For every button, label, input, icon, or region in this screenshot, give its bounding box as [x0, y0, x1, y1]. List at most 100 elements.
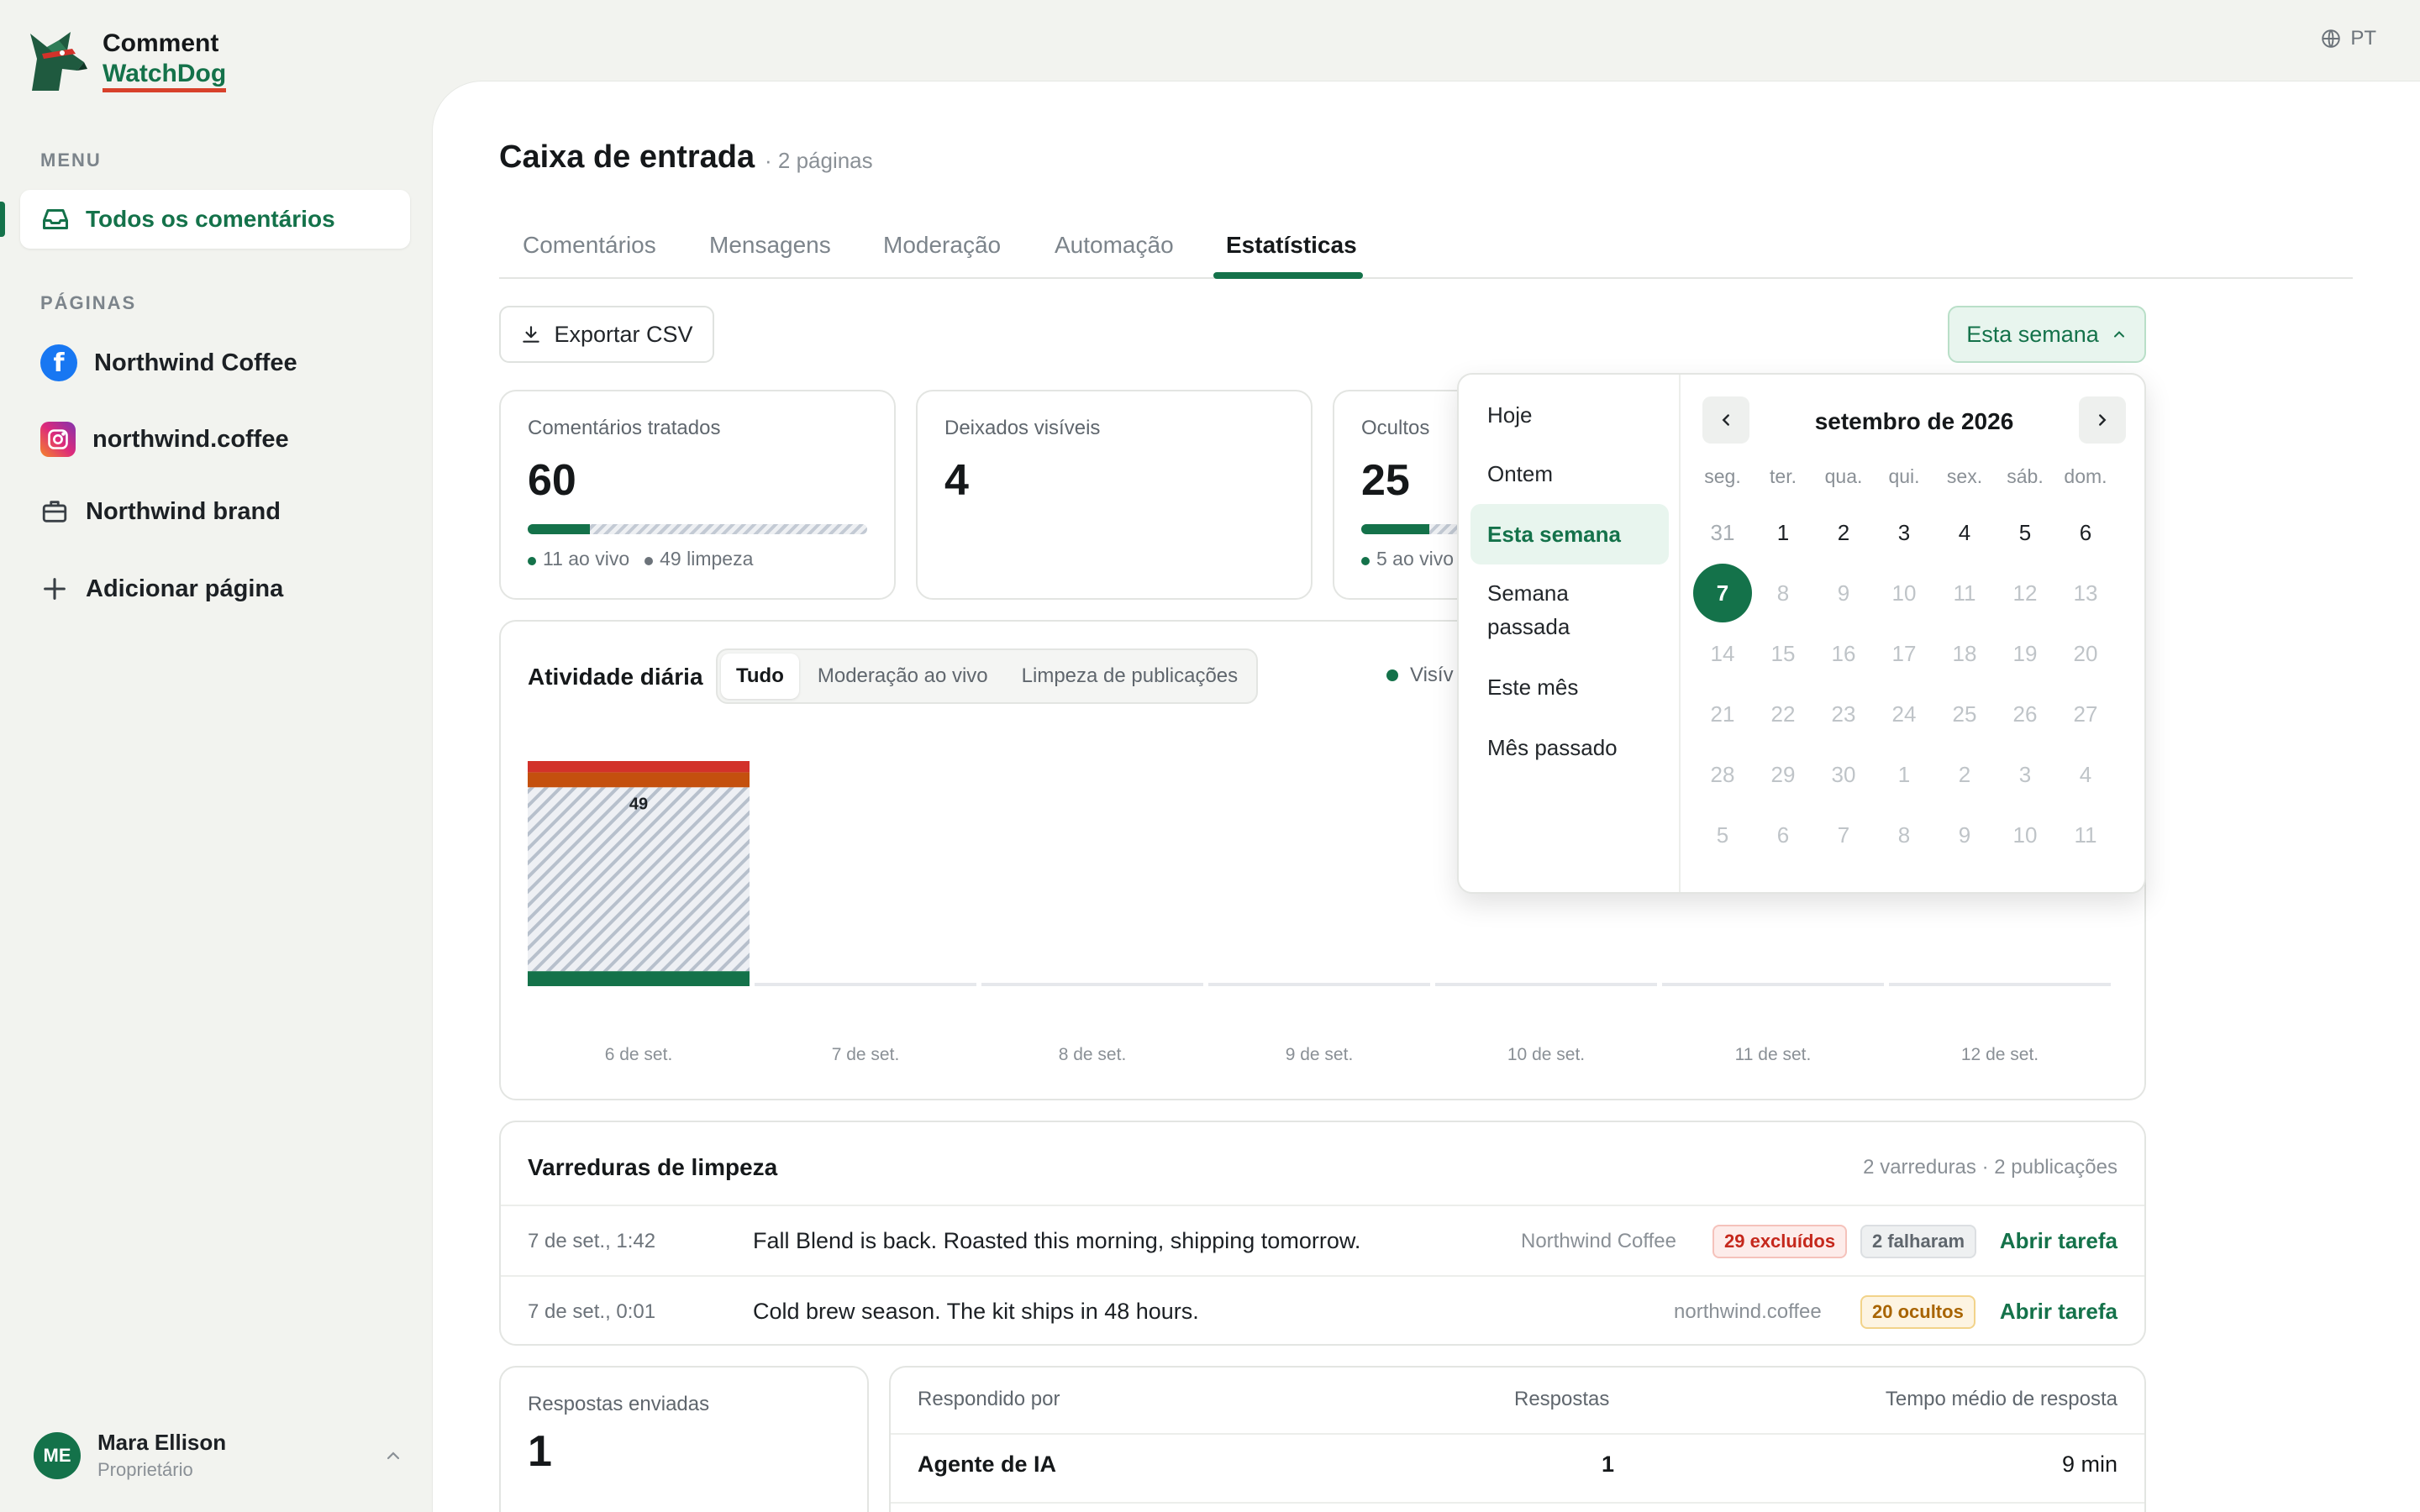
- calendar-day[interactable]: 11: [2055, 811, 2116, 858]
- weekday-label: qua.: [1824, 465, 1863, 487]
- calendar-day[interactable]: 13: [2055, 570, 2116, 617]
- legend-cleanup: 49 limpeza: [644, 548, 753, 570]
- responders-table: Respondido por Respostas Tempo médio de …: [889, 1366, 2146, 1512]
- activity-legend: Visív: [1386, 664, 1454, 687]
- empty-bar: [1889, 983, 2111, 986]
- calendar-day[interactable]: 2: [1934, 751, 1995, 798]
- calendar-day[interactable]: 18: [1934, 630, 1995, 677]
- date-range-label: Esta semana: [1966, 321, 2099, 347]
- filter-post-cleanup[interactable]: Limpeza de publicações: [1007, 654, 1254, 699]
- calendar-day[interactable]: 30: [1813, 751, 1874, 798]
- weekday-label: ter.: [1770, 465, 1797, 487]
- open-task-link[interactable]: Abrir tarefa: [2000, 1299, 2118, 1325]
- calendar-day[interactable]: 5: [1995, 509, 2055, 556]
- weekday-label: dom.: [2064, 465, 2107, 487]
- tab-moderation[interactable]: Moderação: [883, 232, 1001, 259]
- page-label: Northwind Coffee: [94, 349, 297, 376]
- app-name-line2: WatchDog: [103, 60, 227, 92]
- calendar-day-selected[interactable]: 7: [1693, 564, 1752, 622]
- preset-last-month[interactable]: Mês passado: [1470, 717, 1669, 778]
- preset-last-week[interactable]: Semana passada: [1470, 563, 1639, 657]
- app-logo[interactable]: Comment WatchDog: [25, 25, 227, 96]
- tab-comments[interactable]: Comentários: [523, 232, 656, 259]
- add-page-button[interactable]: Adicionar página: [40, 575, 283, 603]
- calendar-day[interactable]: 31: [1692, 509, 1753, 556]
- calendar-day[interactable]: 3: [1995, 751, 2055, 798]
- calendar-day[interactable]: 6: [2055, 509, 2116, 556]
- bar-segment[interactable]: [528, 971, 750, 986]
- failed-badge: 2 falharam: [1860, 1225, 1977, 1258]
- calendar-day[interactable]: 20: [2055, 630, 2116, 677]
- x-tick-label: 10 de set.: [1507, 1045, 1586, 1064]
- calendar-day[interactable]: 11: [1934, 570, 1995, 617]
- weekday-label: qui.: [1888, 465, 1920, 487]
- calendar-day[interactable]: 8: [1874, 811, 1934, 858]
- calendar-day[interactable]: 15: [1753, 630, 1813, 677]
- sidebar-item-all-comments[interactable]: Todos os comentários: [0, 190, 410, 249]
- calendar-day[interactable]: 26: [1995, 690, 2055, 738]
- calendar-day[interactable]: 4: [1934, 509, 1995, 556]
- export-csv-button[interactable]: Exportar CSV: [499, 306, 714, 363]
- calendar-day[interactable]: 9: [1934, 811, 1995, 858]
- calendar-day[interactable]: 22: [1753, 690, 1813, 738]
- calendar-day[interactable]: 17: [1874, 630, 1934, 677]
- next-month-button[interactable]: [2079, 396, 2126, 444]
- calendar-day[interactable]: 16: [1813, 630, 1874, 677]
- bar-segment[interactable]: [528, 787, 750, 972]
- bar-segment[interactable]: [528, 761, 750, 773]
- sidebar-page-northwind-instagram[interactable]: northwind.coffee: [40, 422, 289, 457]
- calendar-day[interactable]: 23: [1813, 690, 1874, 738]
- calendar-day[interactable]: 10: [1995, 811, 2055, 858]
- calendar-day[interactable]: 21: [1692, 690, 1753, 738]
- bar-segment[interactable]: [528, 772, 750, 788]
- empty-bar: [1435, 983, 1657, 986]
- open-task-link[interactable]: Abrir tarefa: [2000, 1228, 2118, 1254]
- calendar-day[interactable]: 7: [1813, 811, 1874, 858]
- tab-statistics[interactable]: Estatísticas: [1226, 232, 1357, 259]
- calendar-day[interactable]: 1: [1874, 751, 1934, 798]
- tab-automation[interactable]: Automação: [1055, 232, 1174, 259]
- calendar-day[interactable]: 28: [1692, 751, 1753, 798]
- user-menu[interactable]: ME Mara Ellison Proprietário: [34, 1430, 403, 1481]
- preset-today[interactable]: Hoje: [1470, 385, 1669, 445]
- sweep-post-text: Fall Blend is back. Roasted this morning…: [753, 1228, 1361, 1253]
- page-subtitle: · 2 páginas: [765, 148, 873, 173]
- sidebar-page-northwind-brand[interactable]: Northwind brand: [40, 497, 281, 526]
- calendar-day[interactable]: 3: [1874, 509, 1934, 556]
- calendar-day[interactable]: 9: [1813, 570, 1874, 617]
- date-range-dropdown: Hoje Ontem Esta semana Semana passada Es…: [1457, 373, 2146, 894]
- preset-yesterday[interactable]: Ontem: [1470, 444, 1669, 504]
- calendar-day[interactable]: 4: [2055, 751, 2116, 798]
- filter-all[interactable]: Tudo: [721, 654, 799, 699]
- date-range-button[interactable]: Esta semana: [1948, 306, 2146, 363]
- filter-live-moderation[interactable]: Moderação ao vivo: [802, 654, 1003, 699]
- calendar-day[interactable]: 25: [1934, 690, 1995, 738]
- sidebar: Comment WatchDog MENU Todos os comentári…: [0, 0, 430, 1512]
- calendar-day[interactable]: 8: [1753, 570, 1813, 617]
- chevron-right-icon: [2099, 414, 2107, 426]
- calendar-day[interactable]: 14: [1692, 630, 1753, 677]
- calendar-day[interactable]: 27: [2055, 690, 2116, 738]
- calendar-day[interactable]: 19: [1995, 630, 2055, 677]
- column-header: Tempo médio de resposta: [1885, 1388, 2118, 1410]
- calendar-day[interactable]: 5: [1692, 811, 1753, 858]
- calendar-day[interactable]: 12: [1995, 570, 2055, 617]
- calendar-day[interactable]: 2: [1813, 509, 1874, 556]
- calendar-day[interactable]: 29: [1753, 751, 1813, 798]
- sidebar-page-northwind-coffee[interactable]: f Northwind Coffee: [40, 344, 297, 381]
- weekday-label: seg.: [1704, 465, 1741, 487]
- preset-this-week[interactable]: Esta semana: [1470, 504, 1669, 564]
- sweep-page: northwind.coffee: [1674, 1300, 1822, 1323]
- calendar-day[interactable]: 1: [1753, 509, 1813, 556]
- calendar-day[interactable]: 6: [1753, 811, 1813, 858]
- language-switcher[interactable]: PT: [2320, 27, 2376, 50]
- preset-this-month[interactable]: Este mês: [1470, 657, 1669, 717]
- tab-messages[interactable]: Mensagens: [709, 232, 831, 259]
- tab-bar: Comentários Mensagens Moderação Automaçã…: [499, 227, 2353, 279]
- pages-section-label: PÁGINAS: [40, 292, 137, 313]
- bar-data-label: 49: [629, 795, 648, 813]
- sidebar-item-label: Todos os comentários: [86, 206, 335, 232]
- calendar-day[interactable]: 10: [1874, 570, 1934, 617]
- calendar-day[interactable]: 24: [1874, 690, 1934, 738]
- legend-live-label: 11 ao vivo: [543, 548, 630, 570]
